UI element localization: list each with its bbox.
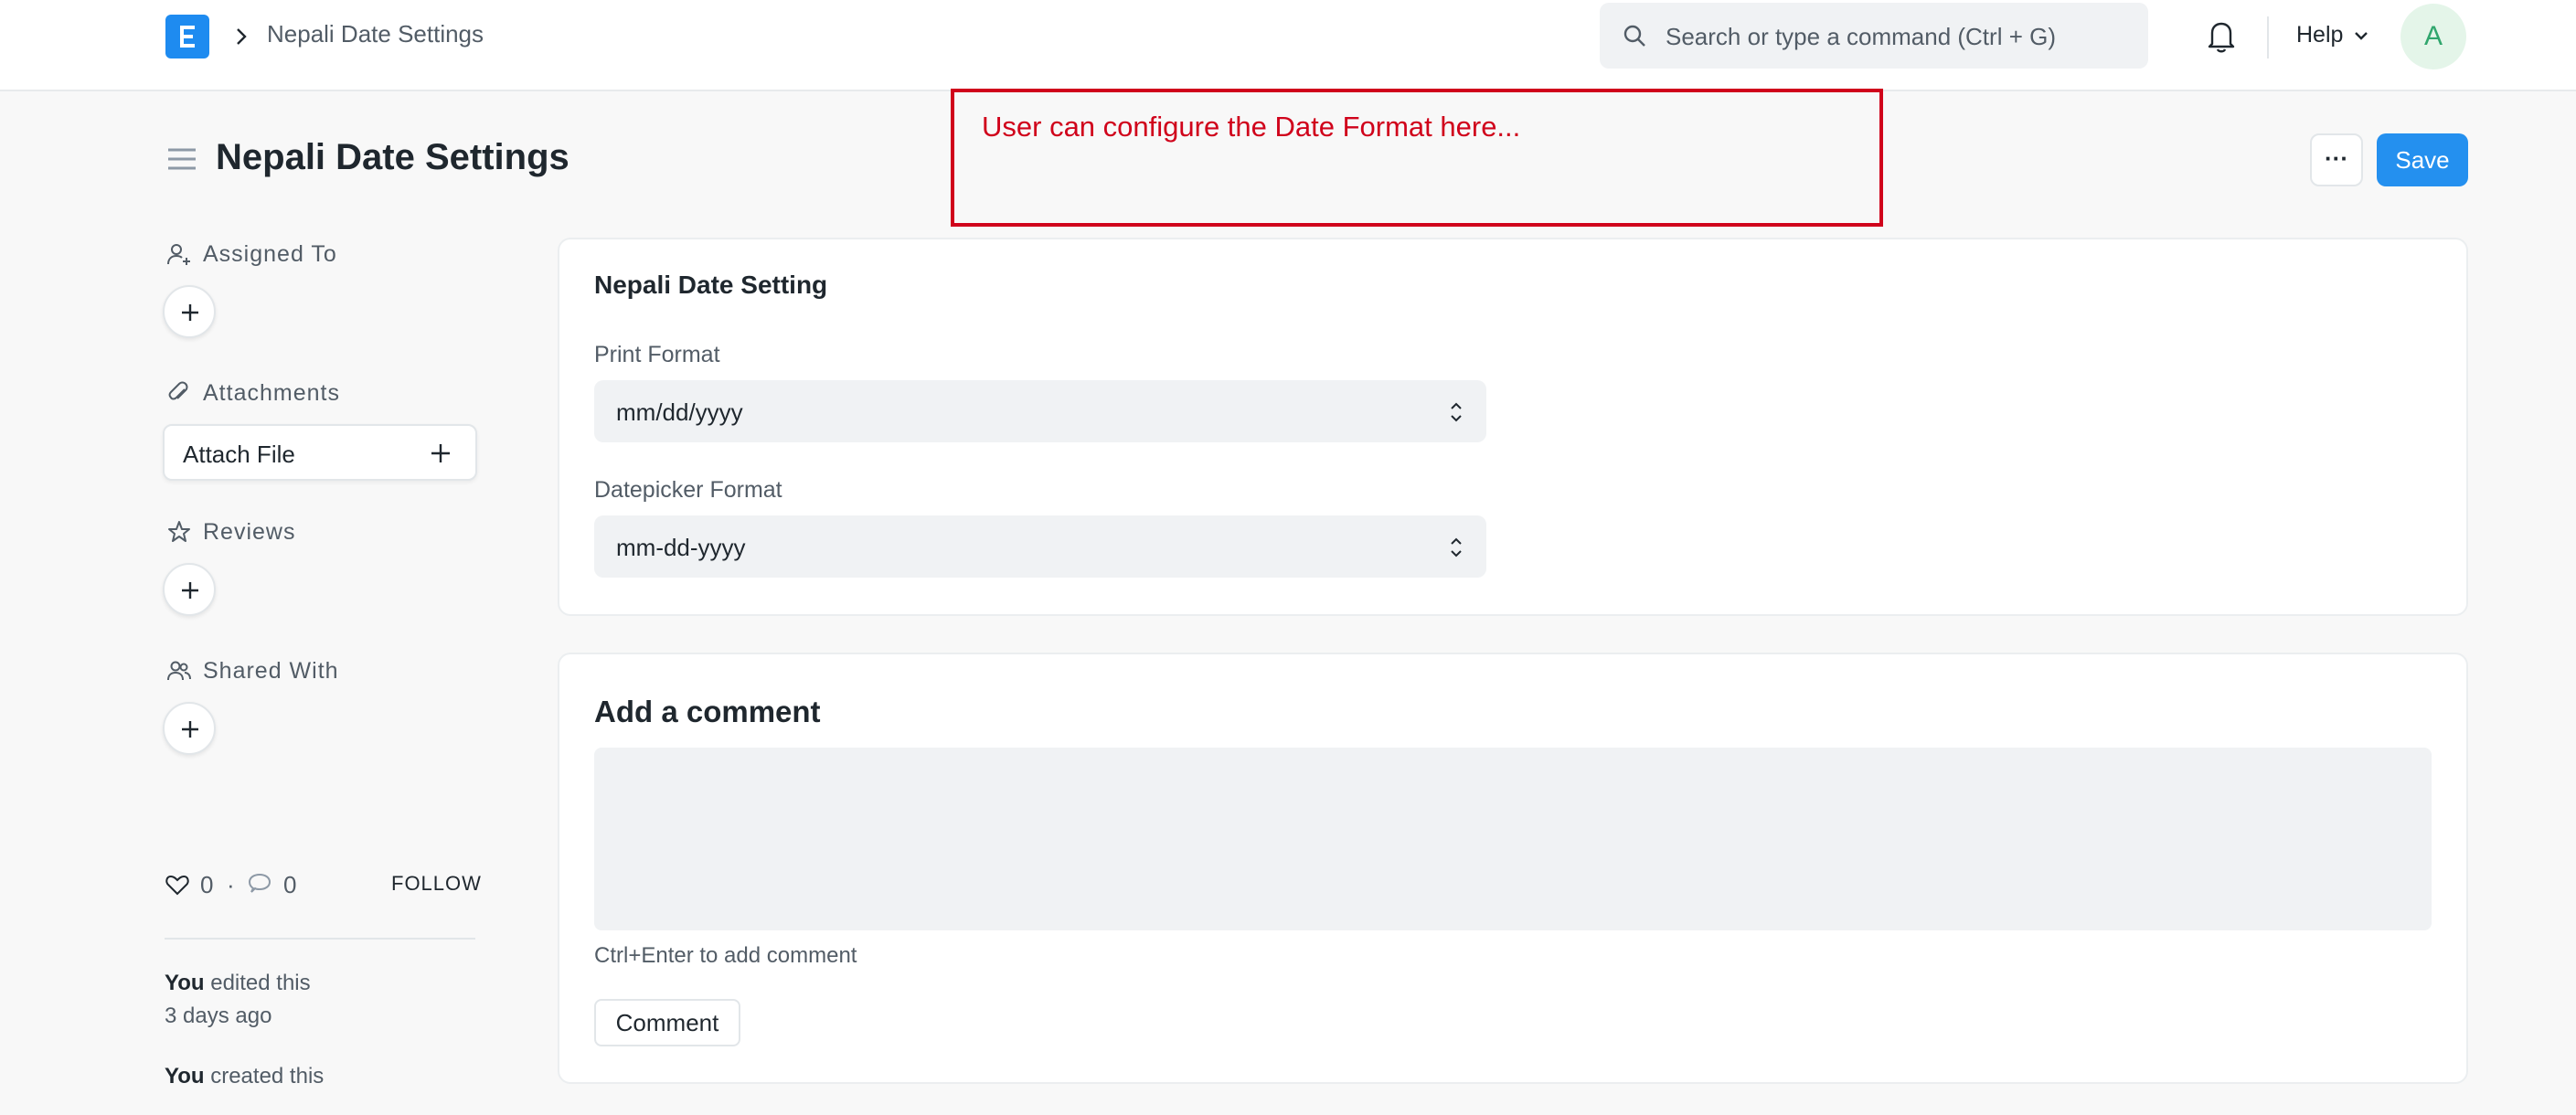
notification-bell-icon[interactable] xyxy=(2205,18,2238,53)
activity-action: created this xyxy=(204,1064,325,1088)
comment-input[interactable] xyxy=(594,748,2432,930)
chevron-right-icon xyxy=(237,28,247,45)
assigned-to-label: Assigned To xyxy=(203,241,337,267)
comment-icon xyxy=(248,873,271,893)
heart-icon[interactable] xyxy=(165,872,190,897)
datepicker-format-value: mm-dd-yyyy xyxy=(616,534,746,561)
app-logo-icon xyxy=(180,26,195,48)
sidebar-divider xyxy=(165,938,475,940)
search-icon xyxy=(1623,25,1645,47)
select-arrows-icon xyxy=(1451,537,1462,558)
annotation-text: User can configure the Date Format here.… xyxy=(982,111,1521,143)
stat-separator: · xyxy=(227,871,235,898)
attach-file-label: Attach File xyxy=(183,441,295,468)
plus-icon xyxy=(182,582,198,599)
more-actions-button[interactable]: ··· xyxy=(2310,133,2363,186)
user-add-icon xyxy=(167,244,190,265)
likes-count: 0 xyxy=(200,871,214,898)
add-share-button[interactable] xyxy=(163,702,216,755)
search-bar[interactable]: Search or type a command (Ctrl + G) xyxy=(1600,3,2148,69)
save-button[interactable]: Save xyxy=(2377,133,2468,186)
chevron-down-icon[interactable] xyxy=(2353,29,2369,42)
select-arrows-icon xyxy=(1451,402,1462,422)
attachments-label: Attachments xyxy=(203,380,340,406)
print-format-select[interactable]: mm/dd/yyyy xyxy=(594,380,1486,442)
navbar: Nepali Date Settings Search or type a co… xyxy=(0,0,2576,91)
reviews-label: Reviews xyxy=(203,519,296,545)
attach-file-button[interactable]: Attach File xyxy=(163,424,477,481)
activity-time: 3 days ago xyxy=(165,1004,272,1028)
sidebar-toggle-icon[interactable] xyxy=(166,146,197,172)
annotation-box: User can configure the Date Format here.… xyxy=(951,89,1883,227)
plus-icon xyxy=(431,444,450,462)
section-title: Nepali Date Setting xyxy=(594,271,828,299)
plus-icon xyxy=(182,304,198,321)
add-assignee-button[interactable] xyxy=(163,285,216,338)
help-menu[interactable]: Help xyxy=(2296,22,2343,48)
datepicker-format-select[interactable]: mm-dd-yyyy xyxy=(594,515,1486,578)
star-icon xyxy=(168,521,190,542)
shared-with-label: Shared With xyxy=(203,658,339,684)
activity-actor: You xyxy=(165,1064,205,1088)
search-placeholder: Search or type a command (Ctrl + G) xyxy=(1666,23,2056,50)
add-comment-title: Add a comment xyxy=(594,695,821,728)
comment-hint: Ctrl+Enter to add comment xyxy=(594,943,857,968)
activity-action: edited this xyxy=(204,971,311,995)
comments-count: 0 xyxy=(283,871,297,898)
add-review-button[interactable] xyxy=(163,563,216,616)
follow-button[interactable]: FOLLOW xyxy=(391,872,482,896)
datepicker-format-label: Datepicker Format xyxy=(594,477,782,503)
comment-button[interactable]: Comment xyxy=(594,999,740,1046)
users-icon xyxy=(167,661,191,681)
nav-divider xyxy=(2267,16,2269,58)
activity-item: You created this xyxy=(165,1064,324,1089)
user-avatar[interactable]: A xyxy=(2400,4,2466,69)
activity-item: You edited this xyxy=(165,971,311,996)
paperclip-icon xyxy=(168,381,188,400)
plus-icon xyxy=(182,721,198,738)
print-format-label: Print Format xyxy=(594,342,720,367)
app-logo[interactable] xyxy=(165,15,209,58)
print-format-value: mm/dd/yyyy xyxy=(616,398,743,426)
activity-actor: You xyxy=(165,971,205,995)
page-title: Nepali Date Settings xyxy=(216,137,569,177)
breadcrumb[interactable]: Nepali Date Settings xyxy=(267,20,484,48)
